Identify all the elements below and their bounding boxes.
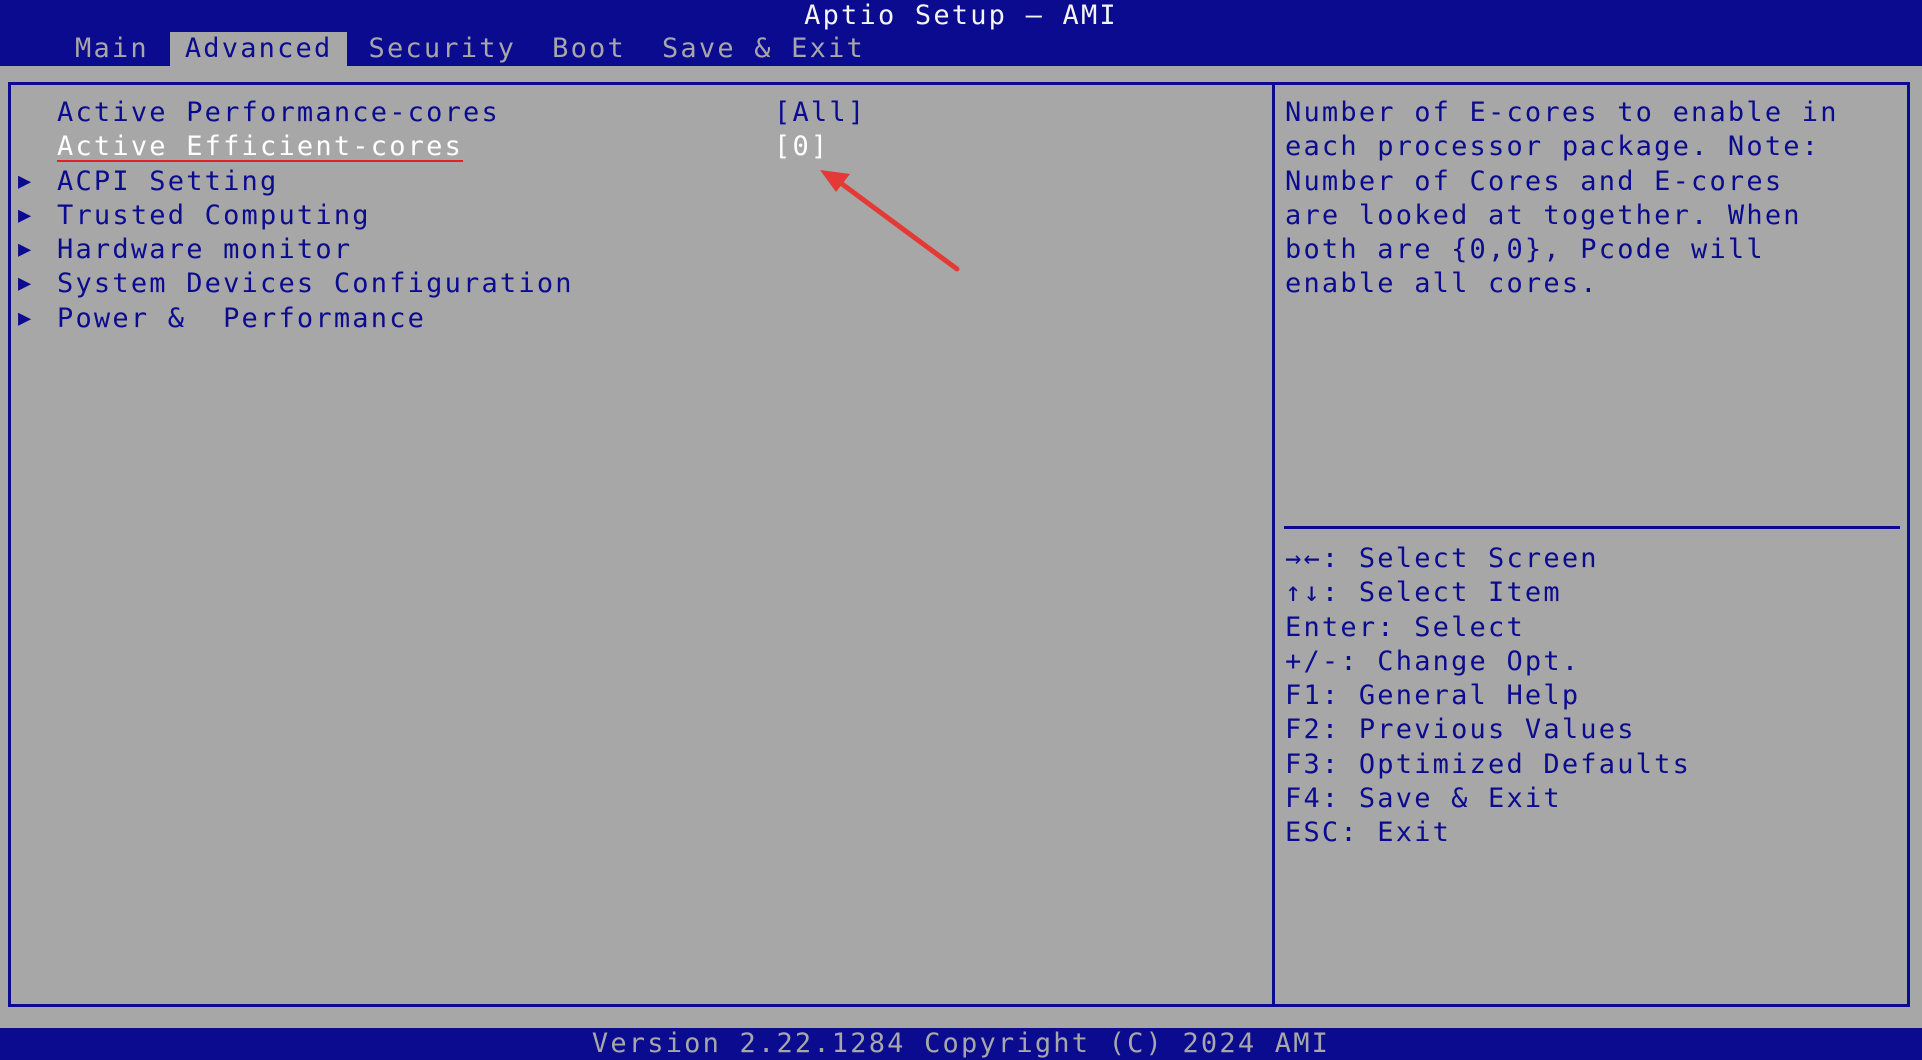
tab-save-exit[interactable]: Save & Exit <box>647 32 880 66</box>
key-hint-esc: ESC: Exit <box>1285 817 1452 849</box>
submenu-hardware-monitor[interactable]: ▶ Hardware monitor <box>18 233 1268 267</box>
setting-row-active-performance-cores[interactable]: Active Performance-cores [All] <box>18 96 1268 130</box>
key-hint-select-item: ↑↓: Select Item <box>1285 577 1562 609</box>
top-bar: Aptio Setup – AMI Main Advanced Security… <box>0 0 1922 66</box>
setting-label: Active Efficient-cores <box>57 131 464 163</box>
tab-security[interactable]: Security <box>353 32 531 66</box>
help-line: are looked at together. When <box>1285 199 1802 231</box>
submenu-acpi-setting[interactable]: ▶ ACPI Setting <box>18 165 1268 199</box>
help-line: enable all cores. <box>1285 268 1599 300</box>
tab-bar: Main Advanced Security Boot Save & Exit <box>60 32 886 66</box>
bottom-bar: Version 2.22.1284 Copyright (C) 2024 AMI <box>0 1028 1922 1060</box>
submenu-trusted-computing[interactable]: ▶ Trusted Computing <box>18 199 1268 233</box>
tab-main[interactable]: Main <box>60 32 164 66</box>
app-title: Aptio Setup – AMI <box>804 0 1118 31</box>
submenu-label: Power & Performance <box>57 302 427 334</box>
key-hint-select-screen: →←: Select Screen <box>1285 543 1599 574</box>
submenu-arrow-icon: ▶ <box>18 202 32 228</box>
submenu-arrow-icon: ▶ <box>18 237 32 263</box>
tab-advanced[interactable]: Advanced <box>169 32 348 66</box>
help-line: Number of Cores and E-cores <box>1285 165 1784 197</box>
main-area: Active Performance-cores [All] Active Ef… <box>0 66 1922 1028</box>
setting-value[interactable]: [0] <box>774 130 829 164</box>
key-hint-f3: F3: Optimized Defaults <box>1285 748 1692 780</box>
submenu-system-devices-configuration[interactable]: ▶ System Devices Configuration <box>18 267 1268 301</box>
help-panel: Number of E-cores to enable in each proc… <box>1285 96 1895 302</box>
submenu-arrow-icon: ▶ <box>18 305 32 331</box>
submenu-power-performance[interactable]: ▶ Power & Performance <box>18 302 1268 336</box>
help-line: each processor package. Note: <box>1285 131 1821 163</box>
help-divider <box>1284 526 1900 529</box>
key-hint-change-opt: +/-: Change Opt. <box>1285 645 1581 677</box>
submenu-label: Trusted Computing <box>57 199 371 231</box>
setting-label: Active Performance-cores <box>57 97 500 128</box>
key-legend: →←: Select Screen ↑↓: Select Item Enter:… <box>1285 542 1691 851</box>
setting-value[interactable]: [All] <box>774 96 866 130</box>
settings-list: Active Performance-cores [All] Active Ef… <box>18 96 1268 336</box>
panel-divider <box>1272 82 1275 1007</box>
submenu-arrow-icon: ▶ <box>18 271 32 297</box>
version-text: Version 2.22.1284 Copyright (C) 2024 AMI <box>591 1028 1331 1059</box>
key-hint-f4: F4: Save & Exit <box>1285 783 1562 815</box>
key-hint-f2: F2: Previous Values <box>1285 714 1636 746</box>
submenu-arrow-icon: ▶ <box>18 168 32 194</box>
key-hint-f1: F1: General Help <box>1285 680 1581 712</box>
help-line: both are {0,0}, Pcode will <box>1285 234 1765 266</box>
key-hint-enter: Enter: Select <box>1285 611 1525 643</box>
setting-row-active-efficient-cores[interactable]: Active Efficient-cores [0] <box>18 130 1268 164</box>
submenu-label: Hardware monitor <box>57 234 353 266</box>
tab-boot[interactable]: Boot <box>537 32 641 66</box>
help-line: Number of E-cores to enable in <box>1285 97 1839 128</box>
submenu-label: System Devices Configuration <box>57 268 574 300</box>
submenu-label: ACPI Setting <box>57 165 279 197</box>
